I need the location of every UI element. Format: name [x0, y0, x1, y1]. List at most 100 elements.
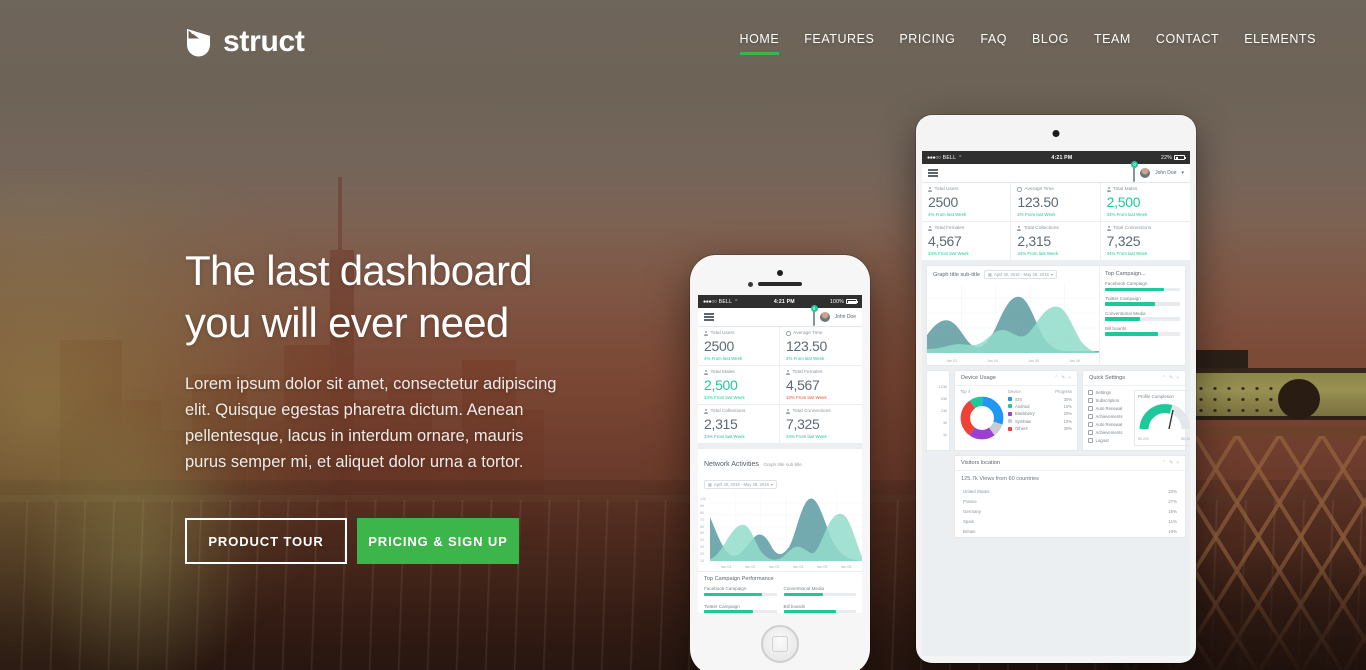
nav-item-elements[interactable]: ELEMENTS — [1244, 32, 1316, 55]
quick-setting-item[interactable]: Subscription — [1088, 398, 1130, 403]
tablet-stats-row-1: Total Users 2500 4% From last Week Avera… — [922, 183, 1190, 222]
hamburger-icon[interactable] — [704, 313, 714, 321]
person-icon — [1106, 226, 1111, 231]
brand-logo[interactable]: struct — [185, 25, 305, 59]
x-tick: Jan 05 — [816, 565, 828, 569]
clock-icon — [1017, 187, 1022, 192]
stat-label: Average Time — [793, 331, 823, 336]
quick-setting-item[interactable]: Auto Renewal — [1088, 422, 1130, 427]
edit-icon[interactable]: ✎ — [1061, 376, 1065, 381]
campaign-name: Conventional Media — [1105, 310, 1146, 316]
legend-label: Symbian — [1015, 418, 1032, 424]
tablet-area-chart: Jan 03 Jan 04 Jan 05 Jan 06 — [927, 283, 1099, 365]
hamburger-icon[interactable] — [928, 169, 938, 177]
quick-setting-item[interactable]: Auto Renewal — [1088, 406, 1130, 411]
logout-icon — [1088, 438, 1093, 443]
campaign-name: Twitter Campaign — [704, 603, 740, 609]
quick-setting-label: Achievements — [1095, 430, 1123, 435]
x-tick: Jan 06 — [840, 565, 852, 569]
phone-sensor — [748, 282, 753, 287]
edit-icon[interactable]: ✎ — [1169, 376, 1173, 381]
country-name: Britain — [963, 529, 976, 535]
chevron-down-icon[interactable]: ▾ — [1181, 170, 1184, 176]
nav-item-home[interactable]: HOME — [739, 32, 780, 55]
collapse-icon[interactable]: ⌃ — [1054, 376, 1058, 381]
phone-home-button[interactable] — [761, 625, 799, 663]
nav-item-team[interactable]: TEAM — [1094, 32, 1131, 55]
card-icon — [1088, 398, 1093, 403]
stat-label: Average Time — [1024, 187, 1054, 192]
nav-item-faq[interactable]: FAQ — [980, 32, 1007, 55]
progress-track — [704, 610, 777, 613]
progress-track — [1105, 287, 1180, 291]
stat-delta: 34% From last Week — [704, 395, 745, 400]
campaign-item: Twitter Campaign — [704, 604, 777, 613]
person-icon — [928, 226, 932, 231]
nav-item-features[interactable]: FEATURES — [804, 32, 874, 55]
nav-item-blog[interactable]: BLOG — [1032, 32, 1069, 55]
quick-setting-label: Auto Renewal — [1095, 422, 1123, 427]
quick-settings-title: Quick Settings — [1089, 375, 1126, 381]
date-range-value: April 30, 2016 - May 28, 2016 — [993, 272, 1049, 277]
edit-icon[interactable]: ✎ — [1169, 461, 1173, 466]
collapse-icon[interactable]: ⌃ — [1162, 461, 1166, 466]
phone-time: 4:21 PM — [773, 298, 795, 305]
phone-screen: ●●●○○ BELL ⌃ 4:21 PM 100% 0 John Doe Tot… — [698, 295, 862, 613]
notifications-button[interactable]: 0 — [810, 305, 818, 326]
y-tick: 3k — [942, 421, 947, 425]
date-range-picker[interactable]: ▦ April 30, 2016 - May 28, 2016 ▾ — [704, 480, 778, 489]
stat-card: Total Collections 2,315 34% From last We… — [1011, 222, 1101, 261]
quick-settings-panel: Quick Settings ⌃ ✎ × Settings Subscripti… — [1082, 370, 1190, 451]
quick-setting-item[interactable]: Achievements — [1088, 430, 1130, 435]
y-tick: 80 — [700, 510, 704, 515]
product-tour-button[interactable]: PRODUCT TOUR — [185, 518, 347, 564]
stat-card: Total Females 4,567 34% From last Week — [922, 222, 1012, 261]
clock-icon — [786, 331, 791, 336]
phone-camera — [777, 270, 783, 276]
stat-delta: 2% From last Week — [786, 356, 825, 361]
quick-setting-item[interactable]: Settings — [1088, 390, 1130, 395]
tablet-screen: ●●●○○ BELL ⌃ 4:21 PM 22% 0 John Doe ▾ To… — [922, 151, 1190, 656]
user-name[interactable]: John Doe — [1155, 170, 1176, 176]
top-campaign-title: Top Campaign... — [1105, 271, 1146, 277]
stat-delta: 4% From last Week — [704, 356, 743, 361]
chevron-down-icon: ▾ — [770, 482, 774, 487]
legend-label: iOS — [1015, 396, 1022, 402]
nav-item-pricing[interactable]: PRICING — [899, 32, 955, 55]
avatar — [1140, 168, 1151, 178]
user-name[interactable]: John Doe — [835, 314, 856, 320]
tablet-chart-xaxis: Jan 03 Jan 04 Jan 05 Jan 06 — [927, 359, 1099, 365]
stat-value: 2,500 — [1106, 194, 1141, 210]
country-name: Germany — [963, 508, 982, 514]
phone-mockup: ●●●○○ BELL ⌃ 4:21 PM 100% 0 John Doe Tot… — [690, 255, 870, 670]
stat-label: Total Females — [934, 226, 965, 231]
notifications-button[interactable]: 0 — [1131, 161, 1139, 182]
y-tick: 123k — [938, 385, 947, 389]
campaign-item: Conventional Media — [1105, 311, 1180, 321]
quick-setting-item[interactable]: Logout — [1088, 438, 1130, 443]
hero-description: Lorem ipsum dolor sit amet, consectetur … — [185, 375, 557, 471]
close-icon[interactable]: × — [1176, 461, 1179, 466]
progress-track — [783, 592, 856, 596]
close-icon[interactable]: × — [1176, 376, 1179, 381]
country-name: France — [963, 498, 977, 504]
battery-icon — [1174, 155, 1186, 160]
y-tick: 10 — [700, 558, 704, 563]
progress-col-header: Progress — [1055, 389, 1072, 394]
quick-setting-label: Settings — [1095, 390, 1112, 395]
x-tick: Jan 04 — [987, 359, 998, 363]
collapse-icon[interactable]: ⌃ — [1162, 376, 1166, 381]
trophy-icon — [1088, 430, 1093, 435]
person-icon — [928, 187, 932, 192]
date-range-picker[interactable]: ▦ April 30, 2016 - May 28, 2016 ▾ — [983, 270, 1057, 279]
tablet-battery-pct: 22% — [1161, 154, 1172, 161]
phone-campaign-panel: Top Campaign Performance Facebook Campai… — [698, 571, 862, 613]
calendar-icon: ▦ — [708, 482, 712, 487]
x-tick: Jan 03 — [946, 359, 957, 363]
pricing-signup-button[interactable]: PRICING & SIGN UP — [357, 518, 519, 564]
quick-setting-item[interactable]: Achievements — [1088, 414, 1130, 419]
nav-item-contact[interactable]: CONTACT — [1156, 32, 1219, 55]
person-icon — [786, 409, 790, 414]
person-icon — [786, 370, 790, 375]
close-icon[interactable]: × — [1068, 376, 1071, 381]
